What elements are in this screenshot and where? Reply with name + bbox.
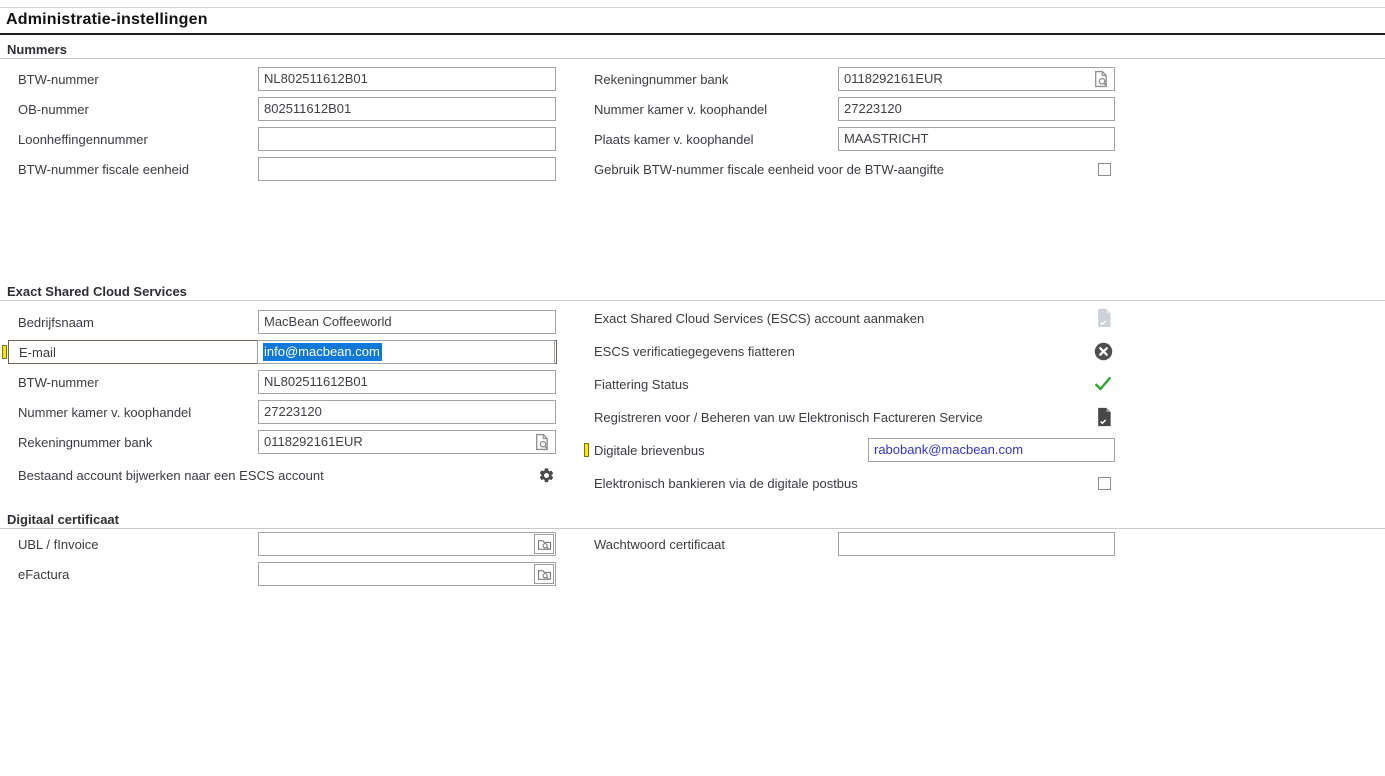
bestaand-account-label: Bestaand account bijwerken naar een ESCS…: [8, 468, 324, 483]
title-underline: [0, 33, 1385, 35]
email-label: E-mail: [9, 345, 257, 360]
field-row-gebruik-fiscale-eenheid: Gebruik BTW-nummer fiscale eenheid voor …: [594, 157, 1115, 181]
folder-search-icon[interactable]: [534, 564, 554, 584]
status-row-fiattering: Fiattering Status: [594, 372, 1115, 396]
document-disabled-icon: [1095, 308, 1113, 328]
ob-nummer-label: OB-nummer: [8, 102, 258, 117]
escs-kvk-nummer-input[interactable]: 27223120: [258, 400, 556, 424]
escs-btw-nummer-input[interactable]: NL802511612B01: [258, 370, 556, 394]
ubl-input[interactable]: [258, 532, 556, 556]
btw-fiscale-eenheid-input[interactable]: [258, 157, 556, 181]
kvk-nummer-label: Nummer kamer v. koophandel: [594, 102, 838, 117]
action-row-account-aanmaken: Exact Shared Cloud Services (ESCS) accou…: [594, 306, 1115, 330]
account-aanmaken-label: Exact Shared Cloud Services (ESCS) accou…: [594, 311, 924, 326]
folder-search-icon[interactable]: [534, 534, 554, 554]
field-row-bedrijfsnaam: Bedrijfsnaam MacBean Coffeeworld: [8, 310, 557, 334]
btw-fiscale-eenheid-label: BTW-nummer fiscale eenheid: [8, 162, 258, 177]
certificaat-left-column: UBL / fInvoice eFactura: [8, 532, 557, 592]
escs-rekeningnummer-label: Rekeningnummer bank: [8, 435, 258, 450]
loonheffingennummer-input[interactable]: [258, 127, 556, 151]
field-row-escs-kvk-nummer: Nummer kamer v. koophandel 27223120: [8, 400, 557, 424]
nummers-left-column: BTW-nummer NL802511612B01 OB-nummer 8025…: [8, 67, 557, 187]
verificatie-fiatteren-label: ESCS verificatiegegevens fiatteren: [594, 344, 795, 359]
ob-nummer-input[interactable]: 802511612B01: [258, 97, 556, 121]
document-action-icon[interactable]: [1095, 407, 1113, 427]
field-row-email: E-mail info@macbean.com: [8, 340, 557, 364]
top-divider: [0, 7, 1385, 8]
btw-nummer-input[interactable]: NL802511612B01: [258, 67, 556, 91]
ubl-label: UBL / fInvoice: [8, 537, 258, 552]
efactura-input[interactable]: [258, 562, 556, 586]
field-row-escs-rekeningnummer: Rekeningnummer bank 0118292161EUR: [8, 430, 557, 454]
field-row-btw-nummer: BTW-nummer NL802511612B01: [8, 67, 557, 91]
action-row-verificatie-fiatteren: ESCS verificatiegegevens fiatteren: [594, 339, 1115, 363]
wachtwoord-input[interactable]: [838, 532, 1115, 556]
section-title-nummers: Nummers: [7, 42, 67, 57]
gebruik-fiscale-eenheid-label: Gebruik BTW-nummer fiscale eenheid voor …: [594, 162, 944, 177]
gear-icon[interactable]: [538, 467, 555, 484]
field-row-kvk-plaats: Plaats kamer v. koophandel MAASTRICHT: [594, 127, 1115, 151]
escs-rekeningnummer-input[interactable]: 0118292161EUR: [258, 430, 556, 454]
section-title-certificaat: Digitaal certificaat: [7, 512, 119, 527]
field-row-efactura: eFactura: [8, 562, 557, 586]
bedrijfsnaam-input[interactable]: MacBean Coffeeworld: [258, 310, 556, 334]
rekeningnummer-bank-label: Rekeningnummer bank: [594, 72, 838, 87]
field-row-wachtwoord: Wachtwoord certificaat: [594, 532, 1115, 556]
administratie-instellingen-page: Administratie-instellingen Nummers BTW-n…: [0, 0, 1385, 776]
registreren-label: Registreren voor / Beheren van uw Elektr…: [594, 410, 983, 425]
cancel-circle-icon[interactable]: [1094, 342, 1113, 361]
efactura-label: eFactura: [8, 567, 258, 582]
field-row-ubl: UBL / fInvoice: [8, 532, 557, 556]
escs-btw-nummer-label: BTW-nummer: [8, 375, 258, 390]
gebruik-fiscale-eenheid-checkbox[interactable]: [1098, 163, 1111, 176]
field-row-elektronisch-bankieren: Elektronisch bankieren via de digitale p…: [594, 471, 1115, 495]
elektronisch-bankieren-label: Elektronisch bankieren via de digitale p…: [594, 476, 858, 491]
field-row-escs-btw-nummer: BTW-nummer NL802511612B01: [8, 370, 557, 394]
action-row-bestaand-account: Bestaand account bijwerken naar een ESCS…: [8, 463, 557, 487]
field-row-kvk-nummer: Nummer kamer v. koophandel 27223120: [594, 97, 1115, 121]
field-row-digitale-brievenbus: Digitale brievenbus rabobank@macbean.com: [594, 438, 1115, 462]
rekeningnummer-bank-input[interactable]: 0118292161EUR: [838, 67, 1115, 91]
escs-kvk-nummer-label: Nummer kamer v. koophandel: [8, 405, 258, 420]
email-input[interactable]: info@macbean.com: [257, 340, 555, 364]
section-rule-certificaat: [0, 528, 1385, 529]
field-row-loonheffingennummer: Loonheffingennummer: [8, 127, 557, 151]
loonheffingennummer-label: Loonheffingennummer: [8, 132, 258, 147]
certificaat-right-column: Wachtwoord certificaat: [594, 532, 1115, 562]
digitale-brievenbus-input[interactable]: rabobank@macbean.com: [868, 438, 1115, 462]
section-rule-escs: [0, 300, 1385, 301]
kvk-plaats-label: Plaats kamer v. koophandel: [594, 132, 838, 147]
field-row-btw-fiscale-eenheid: BTW-nummer fiscale eenheid: [8, 157, 557, 181]
section-title-escs: Exact Shared Cloud Services: [7, 284, 187, 299]
field-row-rekeningnummer-bank: Rekeningnummer bank 0118292161EUR: [594, 67, 1115, 91]
wachtwoord-label: Wachtwoord certificaat: [594, 537, 838, 552]
elektronisch-bankieren-checkbox[interactable]: [1098, 477, 1111, 490]
escs-left-column: Bedrijfsnaam MacBean Coffeeworld E-mail …: [8, 310, 557, 493]
modified-marker-brievenbus: [584, 443, 589, 457]
escs-right-column: Exact Shared Cloud Services (ESCS) accou…: [594, 306, 1115, 504]
field-row-ob-nummer: OB-nummer 802511612B01: [8, 97, 557, 121]
kvk-plaats-input[interactable]: MAASTRICHT: [838, 127, 1115, 151]
bedrijfsnaam-label: Bedrijfsnaam: [8, 315, 258, 330]
check-icon: [1093, 374, 1113, 394]
modified-marker-email: [2, 345, 7, 359]
kvk-nummer-input[interactable]: 27223120: [838, 97, 1115, 121]
digitale-brievenbus-label: Digitale brievenbus: [594, 443, 868, 458]
page-title: Administratie-instellingen: [6, 11, 208, 29]
btw-nummer-label: BTW-nummer: [8, 72, 258, 87]
section-rule-nummers: [0, 58, 1385, 59]
email-selected-text: info@macbean.com: [263, 343, 382, 361]
nummers-right-column: Rekeningnummer bank 0118292161EUR Nummer…: [594, 67, 1115, 187]
document-search-icon[interactable]: [531, 432, 552, 453]
document-search-icon[interactable]: [1090, 69, 1111, 90]
action-row-registreren: Registreren voor / Beheren van uw Elektr…: [594, 405, 1115, 429]
fiattering-status-label: Fiattering Status: [594, 377, 689, 392]
